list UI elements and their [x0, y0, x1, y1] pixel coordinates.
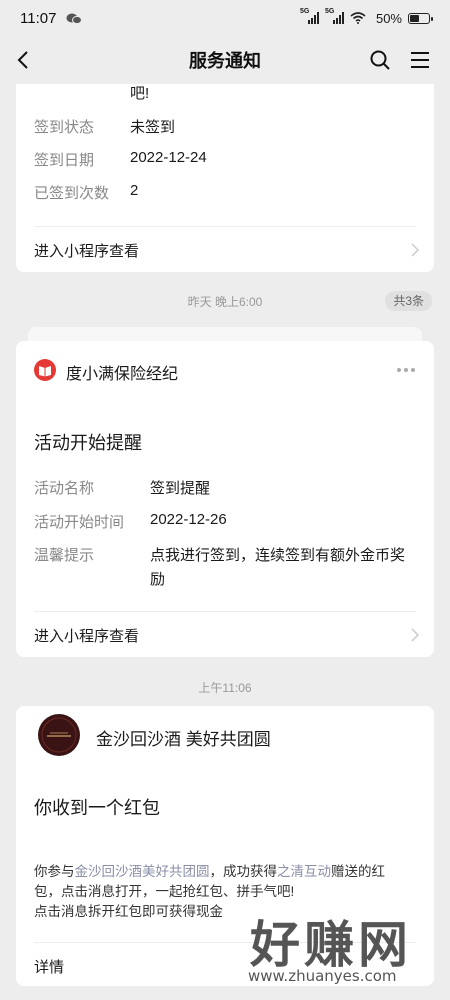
divider	[34, 611, 416, 612]
sponsor-link[interactable]: 之清互动	[277, 864, 331, 879]
notification-card-activity[interactable]: 度小满保险经纪 活动开始提醒 活动名称 签到提醒 活动开始时间 2022-12-…	[16, 341, 434, 657]
chevron-right-icon	[411, 243, 420, 257]
watermark-url: www.zhuanyes.com	[248, 967, 397, 985]
signal-icon: 5G	[300, 8, 319, 24]
app-avatar	[38, 714, 80, 756]
wifi-icon	[350, 12, 366, 24]
stacked-card-edge	[28, 327, 422, 341]
app-name: 度小满保险经纪	[66, 366, 179, 383]
app-name: 金沙回沙酒 美好共团圆	[96, 730, 271, 749]
status-time: 11:07	[20, 9, 57, 27]
field-row: 活动名称 签到提醒	[34, 480, 211, 497]
signal-icon: 5G	[325, 8, 344, 24]
field-row: 已签到次数 2	[34, 182, 139, 202]
message-count-badge[interactable]: 共3条	[385, 291, 432, 311]
field-row: 温馨提示 点我进行签到，连续签到有额外金币奖 励	[34, 547, 406, 588]
nav-bar: 服务通知	[0, 36, 450, 84]
details-link[interactable]: 详情	[34, 956, 64, 977]
field-row: 签到日期 2022-12-24	[34, 149, 207, 169]
activity-link[interactable]: 金沙回沙酒美好共团圆	[75, 864, 210, 879]
app-logo-icon	[34, 359, 56, 381]
divider	[34, 226, 416, 227]
open-miniprogram-link[interactable]: 进入小程序查看	[34, 625, 139, 646]
message-heading: 你收到一个红包	[34, 798, 160, 818]
message-heading: 活动开始提醒	[34, 433, 142, 453]
field-row: 签到状态 未签到	[34, 119, 176, 136]
battery-icon	[408, 12, 433, 24]
menu-icon[interactable]	[408, 48, 432, 72]
back-arrow-icon[interactable]	[12, 48, 36, 72]
timestamp: 上午11:06	[198, 681, 252, 695]
notification-card-checkin[interactable]: 吧! 签到状态 未签到 签到日期 2022-12-24 已签到次数 2 进入小程…	[16, 84, 434, 272]
field-row: 活动开始时间 2022-12-26	[34, 511, 227, 531]
status-bar: 11:07 5G 5G 50%	[0, 0, 450, 36]
open-miniprogram-link[interactable]: 进入小程序查看	[34, 240, 139, 261]
chevron-right-icon	[411, 628, 420, 642]
page-title: 服务通知	[189, 51, 261, 71]
search-icon[interactable]	[368, 48, 392, 72]
more-options-icon[interactable]	[396, 367, 416, 373]
battery-percent: 50%	[375, 10, 402, 26]
watermark-logo: 好赚网 www.zhuanyes.com	[230, 905, 442, 995]
timestamp: 昨天 晚上6:00	[187, 295, 263, 309]
wechat-icon	[66, 13, 83, 24]
message-text-truncated: 吧!	[130, 85, 150, 102]
